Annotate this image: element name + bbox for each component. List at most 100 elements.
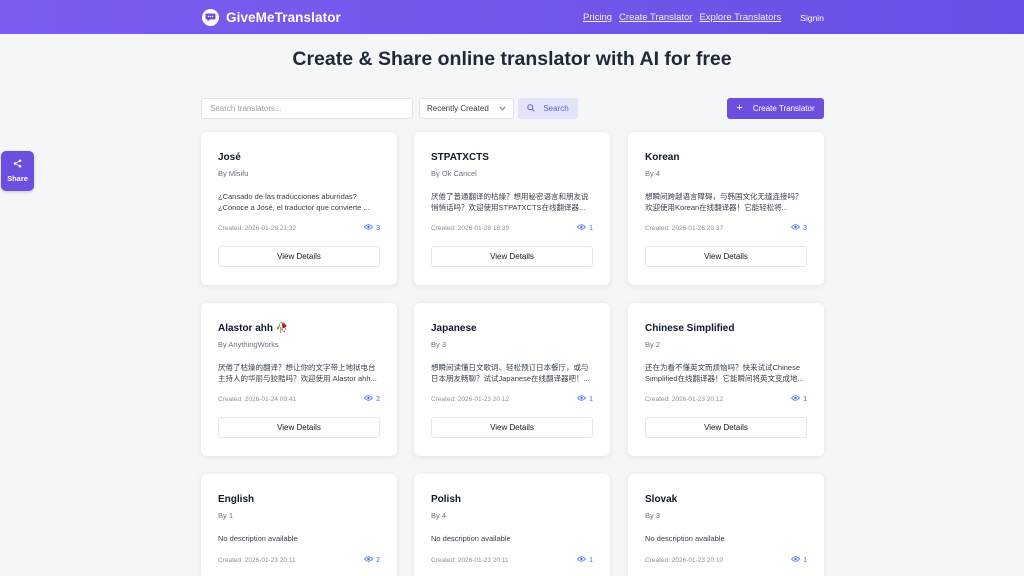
card-view-count: 2 — [376, 556, 380, 564]
card-description: 想瞬间跨越语言障碍，与韩国文化无缝连接吗？欢迎使用Korean在线翻译器！它能轻… — [645, 192, 803, 212]
card-description: 还在为看不懂英文而烦恼吗？快来试试Chinese Simplified在线翻译器… — [645, 363, 804, 383]
card-created-date: Created: 2026-01-23 20:12 — [431, 396, 510, 403]
translator-card: English By 1 No description available Cr… — [201, 474, 397, 576]
create-translator-label: Create Translator — [752, 104, 815, 113]
card-views: 1 — [577, 224, 593, 232]
card-view-count: 3 — [803, 224, 807, 232]
card-description: No description available — [645, 534, 725, 543]
card-created-date: Created: 2026-01-23 20:11 — [431, 557, 509, 564]
share-icon — [13, 159, 22, 170]
share-button[interactable]: Share — [1, 151, 34, 191]
chat-bubble-icon — [202, 8, 219, 26]
card-title: Slovak — [645, 494, 678, 505]
page-title: Create & Share online translator with AI… — [292, 48, 732, 70]
card-title: STPATXCTS — [431, 152, 489, 163]
card-views: 1 — [791, 556, 807, 564]
translator-card: Korean By 4 想瞬间跨越语言障碍，与韩国文化无缝连接吗？欢迎使用Kor… — [628, 132, 824, 285]
card-author: By AnythingWorks — [218, 340, 279, 349]
translator-card: Slovak By 3 No description available Cre… — [628, 474, 824, 576]
card-title: José — [218, 152, 241, 163]
card-description: No description available — [218, 534, 298, 543]
card-views: 3 — [364, 224, 380, 232]
view-details-button[interactable]: View Details — [218, 417, 380, 438]
card-title: Polish — [431, 494, 462, 505]
translator-card: José By Misifu ¿Cansado de las traduccio… — [201, 132, 397, 285]
card-author: By 2 — [645, 340, 661, 349]
nav-create-translator-link[interactable]: Create Translator — [619, 12, 692, 23]
top-navigation-bar: GiveMeTranslator Pricing Create Translat… — [0, 0, 1024, 34]
card-views: 1 — [577, 395, 593, 403]
card-author: By 1 — [218, 511, 234, 520]
card-description: 想瞬间读懂日文歌词、轻松预订日本餐厅，或与日本朋友畅聊？试试Japanese在线… — [431, 363, 590, 383]
card-view-count: 1 — [589, 224, 593, 232]
view-details-button[interactable]: View Details — [431, 246, 593, 267]
create-translator-button[interactable]: + Create Translator — [727, 98, 824, 119]
eye-icon — [791, 556, 801, 564]
brand[interactable]: GiveMeTranslator — [202, 8, 341, 26]
card-author: By 3 — [431, 340, 447, 349]
card-view-count: 1 — [589, 395, 593, 403]
card-created-date: Created: 2026-01-26 20:37 — [645, 225, 724, 232]
eye-icon — [364, 224, 374, 232]
card-description: ¿Cansado de las traducciones aburridas? … — [218, 192, 370, 212]
eye-icon — [364, 556, 374, 564]
search-button[interactable]: Search — [518, 98, 578, 119]
card-created-date: Created: 2026-01-28 18:39 — [431, 225, 510, 232]
card-view-count: 1 — [803, 395, 807, 403]
card-description: 厌倦了枯燥的翻译？想让你的文字带上地狱电台主持人的华丽与狡黠吗？欢迎使用 Ala… — [218, 363, 377, 383]
card-created-date: Created: 2026-01-23 20:10 — [645, 557, 724, 564]
eye-icon — [364, 395, 374, 403]
view-details-button[interactable]: View Details — [645, 417, 807, 438]
plus-icon: + — [736, 102, 743, 114]
eye-icon — [577, 224, 587, 232]
chevron-down-icon — [499, 104, 506, 113]
card-author: By Ok Cancel — [431, 169, 477, 178]
eye-icon — [577, 556, 587, 564]
card-author: By 4 — [431, 511, 447, 520]
card-views: 2 — [364, 395, 380, 403]
eye-icon — [791, 395, 801, 403]
view-details-button[interactable]: View Details — [218, 246, 380, 267]
translator-card: Polish By 4 No description available Cre… — [414, 474, 610, 576]
card-view-count: 3 — [376, 224, 380, 232]
card-title: Japanese — [431, 323, 477, 334]
card-author: By 4 — [645, 169, 661, 178]
card-view-count: 1 — [589, 556, 593, 564]
main-nav: Pricing Create Translator Explore Transl… — [583, 11, 831, 24]
signin-link[interactable]: Signin — [800, 13, 824, 23]
translator-card: Chinese Simplified By 2 还在为看不懂英文而烦恼吗？快来试… — [628, 303, 824, 456]
card-description: No description available — [431, 534, 511, 543]
eye-icon — [791, 224, 801, 232]
card-views: 1 — [577, 556, 593, 564]
brand-name: GiveMeTranslator — [226, 9, 341, 25]
view-details-button[interactable]: View Details — [431, 417, 593, 438]
card-created-date: Created: 2026-01-28 21:32 — [218, 225, 297, 232]
card-view-count: 2 — [376, 395, 380, 403]
card-created-date: Created: 2026-01-23 20:12 — [645, 396, 724, 403]
translator-card: STPATXCTS By Ok Cancel 厌倦了普通翻译的枯燥？想用秘密语言… — [414, 132, 610, 285]
nav-pricing-link[interactable]: Pricing — [583, 12, 612, 23]
card-view-count: 1 — [803, 556, 807, 564]
nav-explore-translators-link[interactable]: Explore Translators — [699, 12, 781, 23]
card-created-date: Created: 2026-01-24 09:41 — [218, 396, 297, 403]
card-description: 厌倦了普通翻译的枯燥？想用秘密语言和朋友说悄悄话吗？欢迎使用STPATXCTS在… — [431, 192, 589, 212]
view-details-button[interactable]: View Details — [645, 246, 807, 267]
search-icon — [527, 103, 535, 114]
card-title: Chinese Simplified — [645, 323, 735, 334]
search-button-label: Search — [543, 104, 569, 113]
card-views: 3 — [791, 224, 807, 232]
eye-icon — [577, 395, 587, 403]
sort-select-value: Recently Created — [427, 104, 489, 113]
card-views: 1 — [791, 395, 807, 403]
card-author: By 3 — [645, 511, 661, 520]
share-label: Share — [7, 174, 28, 183]
card-title: English — [218, 494, 255, 505]
card-views: 2 — [364, 556, 380, 564]
translator-card: Japanese By 3 想瞬间读懂日文歌词、轻松预订日本餐厅，或与日本朋友畅… — [414, 303, 610, 456]
card-title: Alastor ahh 🥀 — [218, 323, 289, 334]
search-input[interactable] — [201, 98, 413, 119]
card-created-date: Created: 2026-01-23 20:11 — [218, 557, 296, 564]
card-author: By Misifu — [218, 169, 249, 178]
translator-card: Alastor ahh 🥀 By AnythingWorks 厌倦了枯燥的翻译？… — [201, 303, 397, 456]
sort-select[interactable]: Recently Created — [419, 98, 514, 119]
